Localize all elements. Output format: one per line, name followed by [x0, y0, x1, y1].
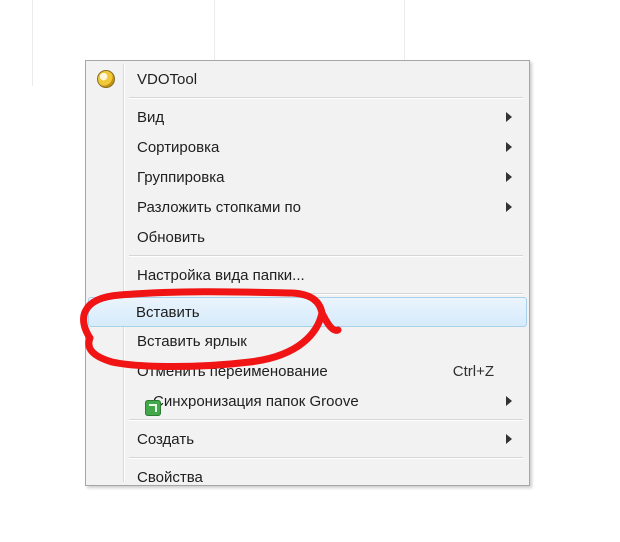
menu-item-label: Создать [137, 431, 516, 448]
submenu-arrow-icon [506, 396, 512, 406]
menu-item-customize-folder[interactable]: Настройка вида папки... [89, 260, 526, 290]
menu-item-paste-shortcut[interactable]: Вставить ярлык [89, 326, 526, 356]
menu-item-label: Разложить стопками по [137, 199, 516, 216]
menu-item-vdotool[interactable]: VDOTool [89, 64, 526, 94]
menu-item-label: Обновить [137, 229, 516, 246]
menu-item-label: Сортировка [137, 139, 516, 156]
menu-item-label: Настройка вида папки... [137, 267, 516, 284]
menu-separator [129, 457, 523, 459]
submenu-arrow-icon [506, 202, 512, 212]
menu-item-label: Группировка [137, 169, 516, 186]
menu-item-shortcut: Ctrl+Z [453, 363, 494, 380]
vdotool-icon [97, 70, 115, 88]
submenu-arrow-icon [506, 434, 512, 444]
menu-item-new[interactable]: Создать [89, 424, 526, 454]
menu-item-view[interactable]: Вид [89, 102, 526, 132]
menu-item-label: Вставить ярлык [137, 333, 516, 350]
menu-item-label: Вставить [136, 304, 517, 321]
menu-item-groove-sync[interactable]: Синхронизация папок Groove [89, 386, 526, 416]
submenu-arrow-icon [506, 142, 512, 152]
menu-item-stack[interactable]: Разложить стопками по [89, 192, 526, 222]
menu-separator [129, 419, 523, 421]
menu-item-label: Синхронизация папок Groove [153, 393, 516, 410]
menu-separator [129, 97, 523, 99]
menu-item-label: VDOTool [137, 71, 516, 88]
menu-separator [129, 293, 523, 295]
menu-item-group[interactable]: Группировка [89, 162, 526, 192]
menu-item-label: Отменить переименование [137, 363, 453, 380]
menu-item-undo-rename[interactable]: Отменить переименование Ctrl+Z [89, 356, 526, 386]
context-menu: VDOTool Вид Сортировка Группировка Разло… [85, 60, 530, 486]
menu-item-label: Вид [137, 109, 516, 126]
menu-item-refresh[interactable]: Обновить [89, 222, 526, 252]
menu-item-sort[interactable]: Сортировка [89, 132, 526, 162]
submenu-arrow-icon [506, 112, 512, 122]
menu-item-label: Свойства [137, 469, 516, 486]
column-divider [32, 0, 33, 86]
submenu-arrow-icon [506, 172, 512, 182]
groove-sync-icon [145, 400, 161, 416]
menu-separator [129, 255, 523, 257]
menu-item-paste[interactable]: Вставить [88, 297, 527, 327]
menu-item-properties[interactable]: Свойства [89, 462, 526, 492]
